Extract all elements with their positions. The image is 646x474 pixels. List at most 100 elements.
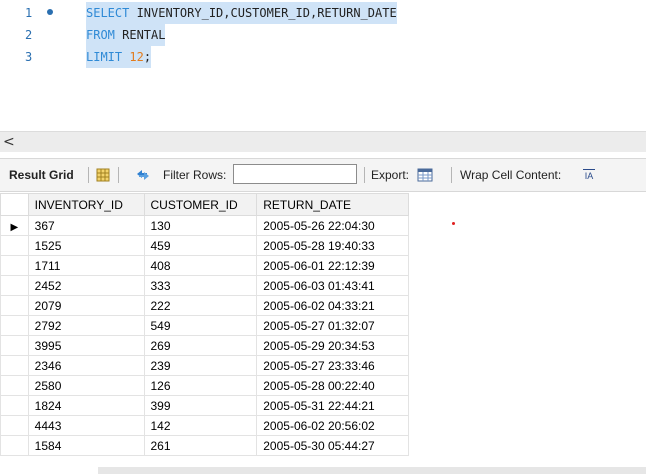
table-row[interactable]: 2580 126 2005-05-28 00:22:40 (0, 375, 409, 396)
table-cell[interactable]: 2005-05-27 23:33:46 (256, 355, 409, 376)
table-row[interactable]: 1584 261 2005-05-30 05:44:27 (0, 435, 409, 456)
editor-horizontal-scrollbar[interactable]: < (0, 131, 646, 152)
table-row[interactable]: 4443 142 2005-06-02 20:56:02 (0, 415, 409, 436)
row-header[interactable] (0, 415, 29, 436)
result-toolbar: Result Grid Filter Rows: Export: Wrap Ce… (0, 158, 646, 192)
code-text[interactable]: LIMIT 12; (86, 46, 152, 68)
table-cell[interactable]: 549 (143, 315, 258, 336)
sql-identifiers: RENTAL (114, 28, 166, 42)
table-cell[interactable]: 2005-06-02 20:56:02 (256, 415, 409, 436)
table-cell[interactable]: 4443 (27, 415, 145, 436)
table-cell[interactable]: 261 (143, 435, 258, 456)
filter-rows-input[interactable] (233, 164, 357, 184)
cursor-dot (452, 222, 455, 225)
row-header[interactable]: ▶ (0, 215, 29, 236)
table-cell[interactable]: 239 (143, 355, 258, 376)
table-cell[interactable]: 2580 (27, 375, 145, 396)
table-cell[interactable]: 399 (143, 395, 258, 416)
table-cell[interactable]: 2005-06-01 22:12:39 (256, 255, 409, 276)
toolbar-divider (88, 167, 89, 183)
table-cell[interactable]: 333 (143, 275, 258, 296)
table-cell[interactable]: 126 (143, 375, 258, 396)
line-number: 3 (25, 50, 33, 64)
table-cell[interactable]: 1525 (27, 235, 145, 256)
table-row[interactable]: 3995 269 2005-05-29 20:34:53 (0, 335, 409, 356)
table-cell[interactable]: 1584 (27, 435, 145, 456)
grid-horizontal-scrollbar[interactable] (98, 467, 646, 474)
editor-line-3[interactable]: 3 LIMIT 12; (0, 46, 646, 68)
wrap-cell-content-label: Wrap Cell Content: (460, 168, 562, 182)
column-header[interactable]: INVENTORY_ID (27, 193, 145, 216)
editor-line-1[interactable]: 1 SELECT INVENTORY_ID,CUSTOMER_ID,RETURN… (0, 2, 646, 24)
table-row[interactable]: 1711 408 2005-06-01 22:12:39 (0, 255, 409, 276)
table-cell[interactable]: 2346 (27, 355, 145, 376)
line-number: 2 (25, 28, 33, 42)
column-header[interactable]: CUSTOMER_ID (143, 193, 258, 216)
table-row[interactable]: 2792 549 2005-05-27 01:32:07 (0, 315, 409, 336)
table-cell[interactable]: 2005-05-28 00:22:40 (256, 375, 409, 396)
filter-rows-label: Filter Rows: (163, 168, 227, 182)
table-row[interactable]: 2452 333 2005-06-03 01:43:41 (0, 275, 409, 296)
table-cell[interactable]: 367 (27, 215, 145, 236)
sql-keyword: LIMIT (86, 50, 123, 64)
row-header[interactable] (0, 395, 29, 416)
grid-header-row: INVENTORY_ID CUSTOMER_ID RETURN_DATE (0, 193, 409, 216)
table-cell[interactable]: 2005-05-30 05:44:27 (256, 435, 409, 456)
result-grid[interactable]: INVENTORY_ID CUSTOMER_ID RETURN_DATE ▶ 36… (0, 193, 409, 456)
scroll-left-icon[interactable]: < (3, 133, 15, 151)
line-number: 1 (25, 6, 33, 20)
table-cell[interactable]: 3995 (27, 335, 145, 356)
current-row-icon: ▶ (10, 221, 19, 233)
export-icon[interactable] (417, 167, 433, 183)
export-label: Export: (371, 168, 410, 182)
result-grid-tab[interactable]: Result Grid (9, 159, 74, 191)
sql-terminator: ; (143, 50, 152, 64)
row-header-corner (0, 193, 29, 216)
table-cell[interactable]: 142 (143, 415, 258, 436)
table-cell[interactable]: 2005-05-28 19:40:33 (256, 235, 409, 256)
row-header[interactable] (0, 275, 29, 296)
code-text[interactable]: FROM RENTAL (86, 24, 166, 46)
sql-editor[interactable]: 1 SELECT INVENTORY_ID,CUSTOMER_ID,RETURN… (0, 0, 646, 130)
table-cell[interactable]: 2005-06-02 04:33:21 (256, 295, 409, 316)
table-row[interactable]: 1824 399 2005-05-31 22:44:21 (0, 395, 409, 416)
row-header[interactable] (0, 375, 29, 396)
sql-number: 12 (129, 50, 144, 64)
table-cell[interactable]: 2005-06-03 01:43:41 (256, 275, 409, 296)
statement-marker-icon (47, 9, 53, 15)
table-cell[interactable]: 2005-05-29 20:34:53 (256, 335, 409, 356)
row-header[interactable] (0, 335, 29, 356)
refresh-icon[interactable] (135, 168, 151, 182)
table-row[interactable]: 1525 459 2005-05-28 19:40:33 (0, 235, 409, 256)
table-cell[interactable]: 2005-05-31 22:44:21 (256, 395, 409, 416)
column-header[interactable]: RETURN_DATE (256, 193, 409, 216)
grid-layout-icon[interactable] (96, 168, 110, 182)
table-cell[interactable]: 1824 (27, 395, 145, 416)
table-cell[interactable]: 2792 (27, 315, 145, 336)
table-cell[interactable]: 2079 (27, 295, 145, 316)
table-cell[interactable]: 269 (143, 335, 258, 356)
editor-line-2[interactable]: 2 FROM RENTAL (0, 24, 646, 46)
table-cell[interactable]: 222 (143, 295, 258, 316)
row-header[interactable] (0, 315, 29, 336)
table-cell[interactable]: 408 (143, 255, 258, 276)
table-row[interactable]: ▶ 367 130 2005-05-26 22:04:30 (0, 215, 409, 236)
row-header[interactable] (0, 355, 29, 376)
code-text[interactable]: SELECT INVENTORY_ID,CUSTOMER_ID,RETURN_D… (86, 2, 397, 24)
row-header[interactable] (0, 255, 29, 276)
row-header[interactable] (0, 235, 29, 256)
table-cell[interactable]: 1711 (27, 255, 145, 276)
table-cell[interactable]: 130 (143, 215, 258, 236)
table-cell[interactable]: 2452 (27, 275, 145, 296)
toolbar-divider (118, 167, 119, 183)
row-header[interactable] (0, 435, 29, 456)
toolbar-divider (451, 167, 452, 183)
row-header[interactable] (0, 295, 29, 316)
table-cell[interactable]: 2005-05-26 22:04:30 (256, 215, 409, 236)
table-cell[interactable]: 459 (143, 235, 258, 256)
sql-keyword: FROM (86, 28, 115, 42)
table-cell[interactable]: 2005-05-27 01:32:07 (256, 315, 409, 336)
table-row[interactable]: 2346 239 2005-05-27 23:33:46 (0, 355, 409, 376)
table-row[interactable]: 2079 222 2005-06-02 04:33:21 (0, 295, 409, 316)
wrap-text-icon[interactable]: IA (583, 169, 595, 182)
